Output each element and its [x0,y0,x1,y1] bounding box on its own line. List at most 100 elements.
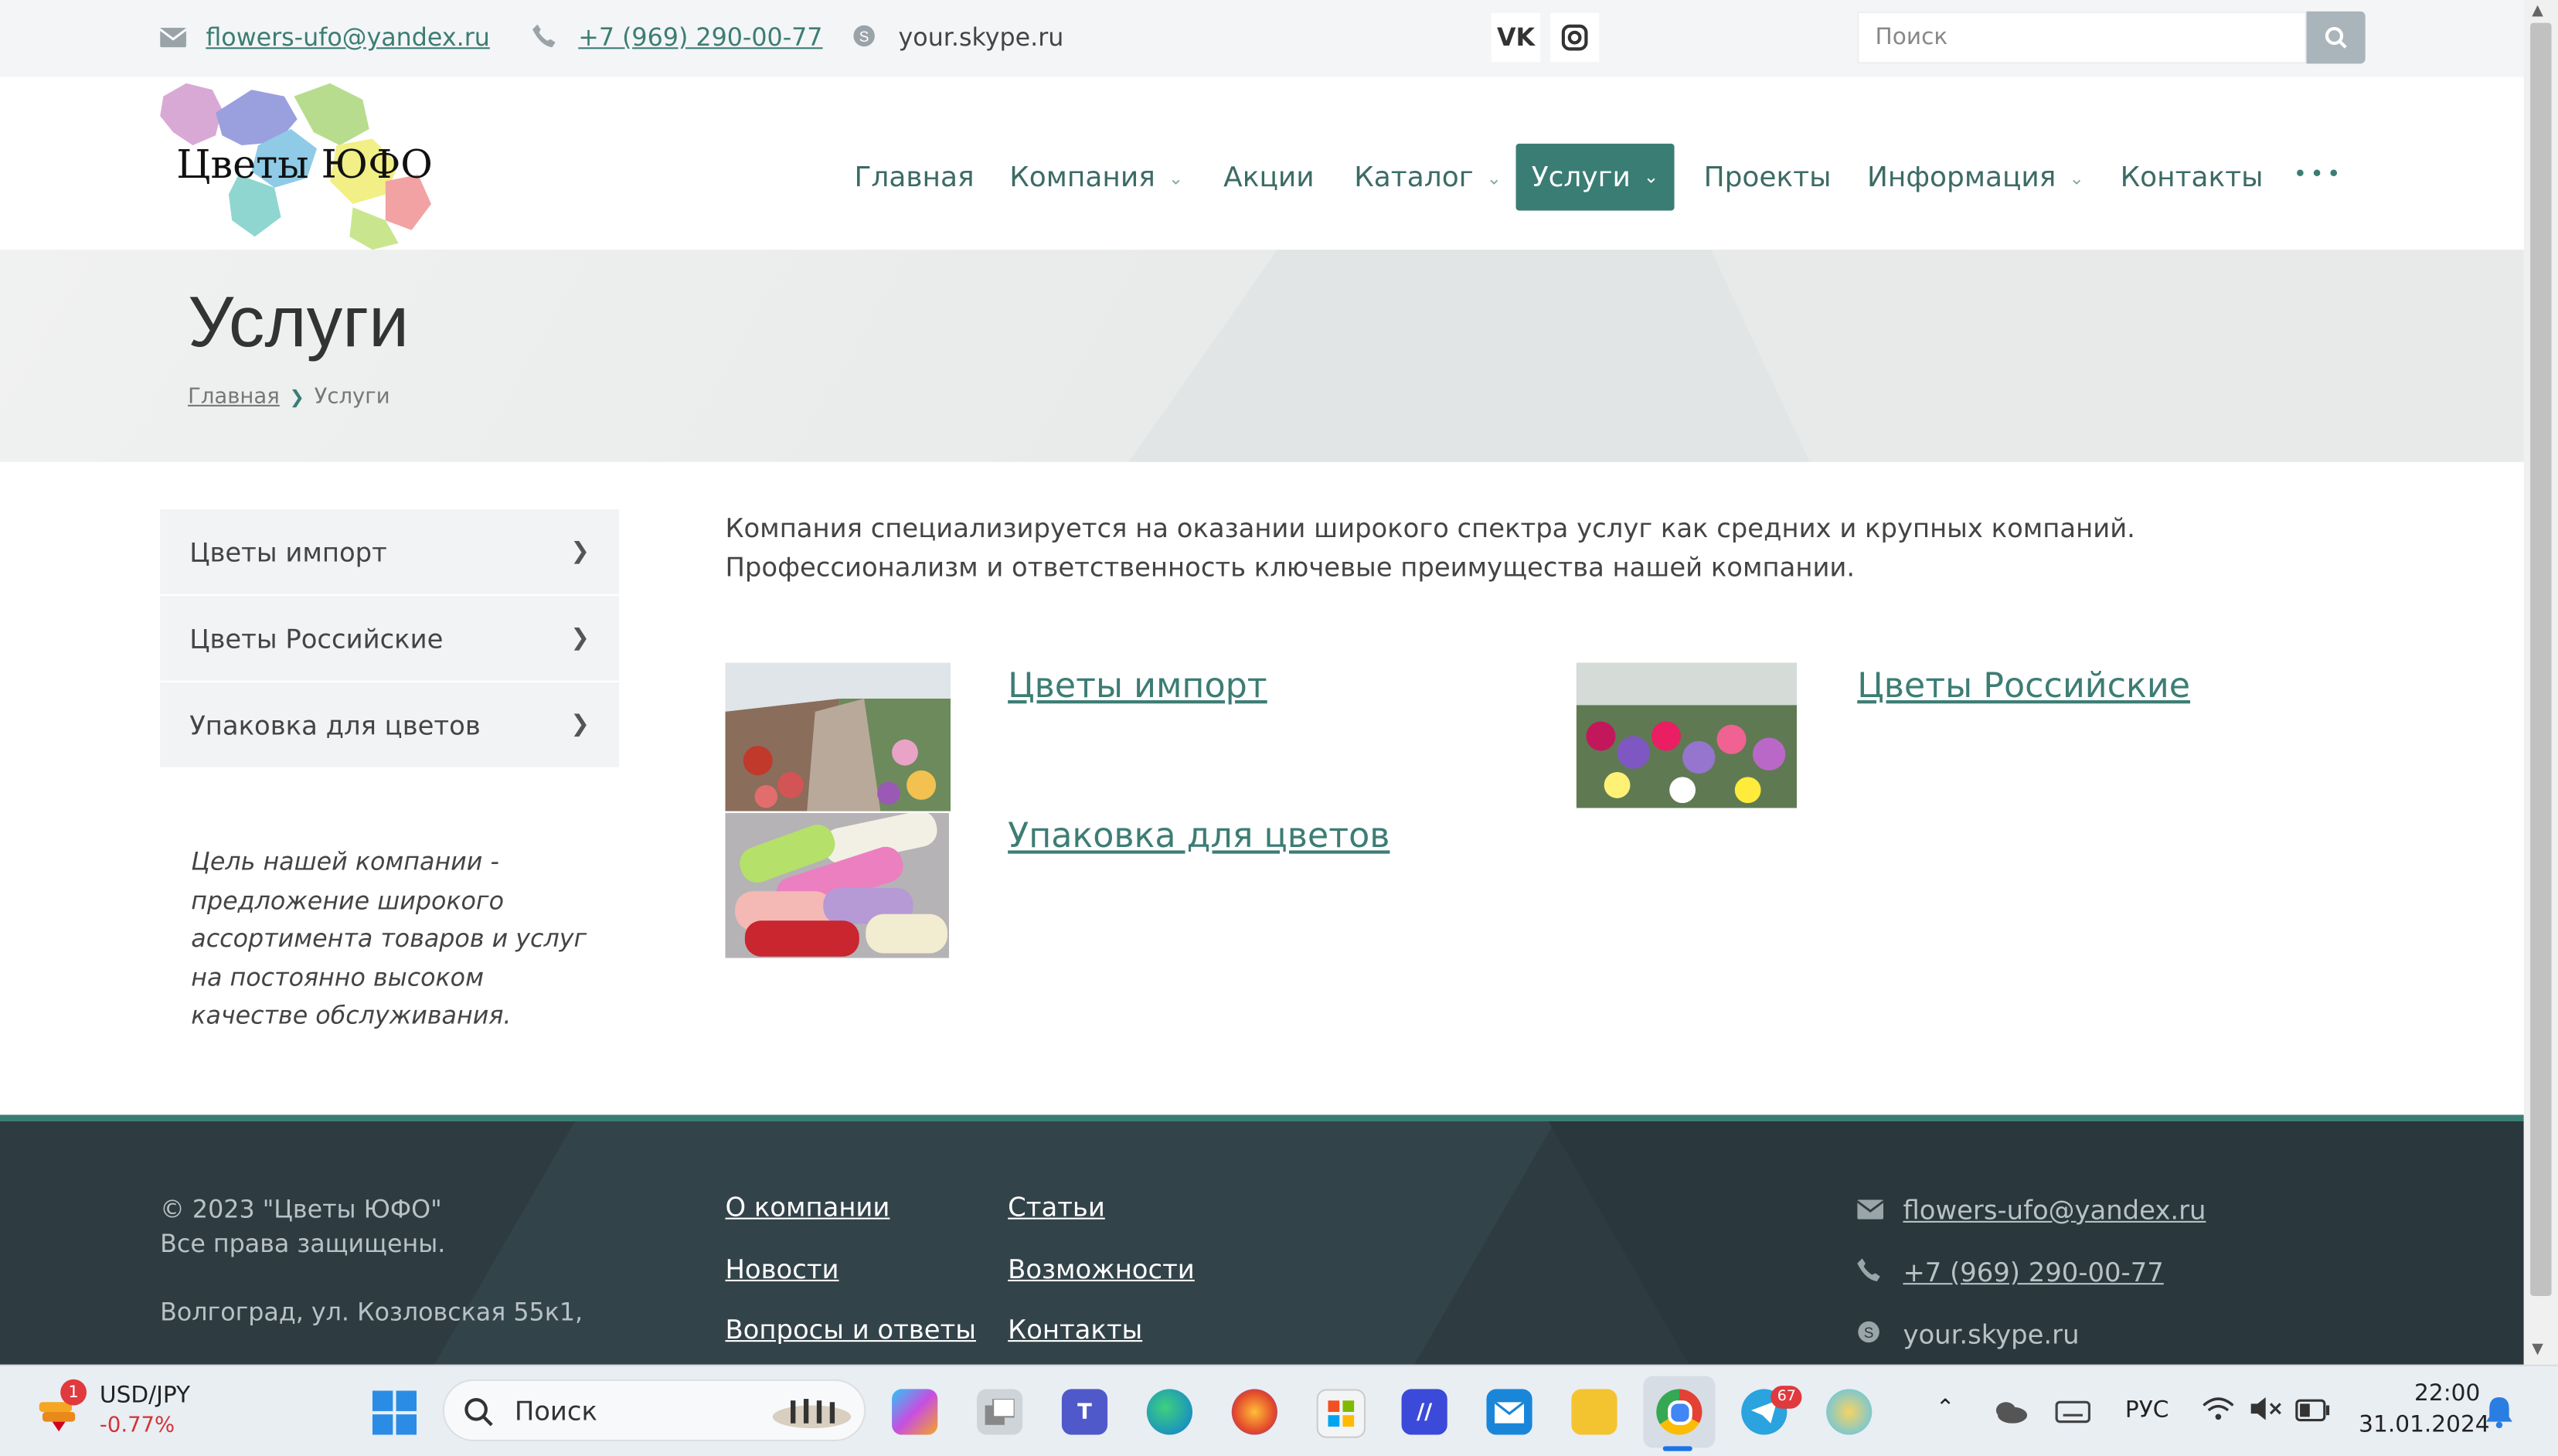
keyboard-icon[interactable] [2055,1399,2091,1430]
search-icon [464,1398,493,1427]
copyright-line: Все права защищены. [160,1229,446,1259]
firefox-icon[interactable] [1231,1389,1277,1435]
taskbar-search-label: Поиск [514,1395,597,1427]
scroll-down-icon[interactable]: ▼ [2532,1342,2543,1358]
nav-item-uslugi[interactable]: Услуги ⌄ [1515,143,1675,211]
paint-icon[interactable] [1826,1389,1873,1435]
chevron-right-icon: ❯ [570,538,590,565]
site-search-input[interactable]: Поиск [1857,11,2307,64]
instagram-icon[interactable] [1549,12,1600,63]
zebra-highlight-icon [772,1399,852,1429]
site-header: Цветы ЮФО Главная Компания ⌄ Акции Катало… [0,77,2524,250]
topbar-skype: S your.skype.ru [852,23,1063,53]
ticker-badge: 1 [60,1379,87,1406]
chevron-down-icon: ⌄ [1486,167,1502,189]
chevron-down-icon: ⌄ [1168,167,1184,189]
scroll-up-icon[interactable]: ▲ [2532,3,2543,19]
language-indicator[interactable]: РУС [2125,1397,2169,1424]
site-footer: © 2023 "Цветы ЮФО" Все права защищены. В… [0,1114,2524,1372]
nav-item-katalog[interactable]: Каталог ⌄ [1354,162,1502,194]
page-scrollbar[interactable]: ▲ ▼ [2523,0,2558,1365]
topbar-phone: +7 (969) 290-00-77 [532,23,823,53]
file-explorer-icon[interactable] [1571,1389,1617,1435]
wifi-icon[interactable] [2202,1396,2234,1428]
sidebar-item-tsvety-import[interactable]: Цветы импорт ❯ [160,509,620,594]
microsoft-store-icon[interactable] [1316,1389,1366,1438]
nav-item-kontakty[interactable]: Контакты [2121,162,2264,194]
sidebar-item-upakovka[interactable]: Упаковка для цветов ❯ [160,682,620,767]
vk-icon[interactable]: VK [1491,12,1541,63]
service-image-russian[interactable] [1576,662,1798,808]
clock-time[interactable]: 22:00 [2414,1381,2480,1407]
battery-icon[interactable] [2295,1397,2332,1428]
nav-more-button[interactable]: ••• [2294,162,2344,188]
footer-link-vozmozhnosti[interactable]: Возможности [1008,1254,1195,1284]
breadcrumb-home[interactable]: Главная [188,385,280,410]
teams-icon[interactable]: T [1061,1389,1108,1435]
footer-link-o-kompanii[interactable]: О компании [725,1192,890,1223]
phone-icon [532,23,562,53]
scrollbar-thumb[interactable] [2530,22,2552,1297]
copilot-icon[interactable] [892,1389,938,1435]
chrome-icon[interactable] [1656,1389,1702,1435]
ticker-change: -0.77% [99,1413,175,1438]
ai-app-icon[interactable]: // [1401,1389,1447,1435]
service-image-import[interactable] [725,662,951,811]
notification-bell-icon[interactable] [2485,1396,2514,1435]
nav-item-glavnaya[interactable]: Главная [854,162,974,194]
nav-item-aktsii[interactable]: Акции [1223,162,1314,194]
site-search-button[interactable] [2306,11,2366,64]
service-link-import[interactable]: Цветы импорт [1008,666,1267,706]
sidebar-item-label: Цветы импорт [189,536,387,567]
logo-text: Цветы ЮФО [176,141,433,188]
mail-icon[interactable] [1486,1389,1532,1435]
footer-link-kontakty[interactable]: Контакты [1008,1314,1142,1345]
chevron-right-icon: ❯ [289,386,304,409]
copyright-line: © 2023 "Цветы ЮФО" [160,1195,442,1225]
service-link-packaging[interactable]: Упаковка для цветов [1008,816,1390,856]
service-link-russian[interactable]: Цветы Российские [1857,666,2190,706]
nav-item-kompaniya[interactable]: Компания ⌄ [1009,162,1183,194]
service-image-packaging[interactable] [725,812,950,958]
footer-phone-link[interactable]: +7 (969) 290-00-77 [1903,1257,2163,1288]
site-logo[interactable]: Цветы ЮФО [157,80,434,250]
topbar-email: flowers-ufo@yandex.ru [159,23,490,53]
tray-chevron-up-icon[interactable]: ⌃ [1936,1396,1955,1422]
nav-item-informatsiya[interactable]: Информация ⌄ [1867,162,2084,194]
footer-decoration [386,1121,1574,1372]
topbar-phone-link[interactable]: +7 (969) 290-00-77 [578,23,822,53]
footer-link-faq[interactable]: Вопросы и ответы [725,1314,975,1345]
footer-link-stati[interactable]: Статьи [1008,1192,1105,1223]
footer-address: Волгоград, ул. Козловская 55к1, [160,1298,583,1328]
nav-label: Контакты [2120,162,2264,195]
footer-email: flowers-ufo@yandex.ru [1856,1195,2206,1226]
skype-icon: S [852,24,882,53]
topbar-email-link[interactable]: flowers-ufo@yandex.ru [206,23,490,53]
chevron-right-icon: ❯ [570,624,590,651]
footer-email-link[interactable]: flowers-ufo@yandex.ru [1903,1195,2206,1226]
breadcrumb: Главная ❯ Услуги [188,385,390,410]
footer-skype-text: your.skype.ru [1903,1318,2080,1350]
onedrive-icon[interactable] [1993,1399,2029,1430]
windows-start-icon[interactable] [372,1390,417,1435]
windows-taskbar: 1 USD/JPY -0.77% Поиск T // 67 ⌃ РУС 22:… [0,1364,2558,1456]
task-view-icon[interactable] [976,1389,1023,1435]
nav-item-proekty[interactable]: Проекты [1704,162,1832,194]
sidebar-menu: Цветы импорт ❯ Цветы Российские ❯ Упаковка… [160,509,620,769]
edge-icon[interactable] [1146,1389,1193,1435]
browser-page: flowers-ufo@yandex.ru +7 (969) 290-00-77… [0,0,2558,1456]
nav-label: Акции [1223,162,1315,195]
footer-copyright: © 2023 "Цветы ЮФО" Все права защищены. [160,1193,445,1262]
telegram-badge: 67 [1771,1386,1803,1409]
ticker-symbol[interactable]: USD/JPY [100,1383,190,1409]
volume-muted-icon[interactable] [2250,1396,2282,1428]
clock-date[interactable]: 31.01.2024 [2359,1412,2489,1438]
banner-decoration [1710,250,2524,462]
taskbar-search[interactable]: Поиск [442,1379,866,1441]
footer-link-novosti[interactable]: Новости [725,1254,838,1284]
footer-skype: Syour.skype.ru [1857,1318,2080,1350]
search-icon [2325,26,2347,49]
sidebar-item-tsvety-rossiyskie[interactable]: Цветы Российские ❯ [160,595,620,681]
nav-label: Компания [1009,162,1155,195]
breadcrumb-current: Услуги [314,385,390,410]
